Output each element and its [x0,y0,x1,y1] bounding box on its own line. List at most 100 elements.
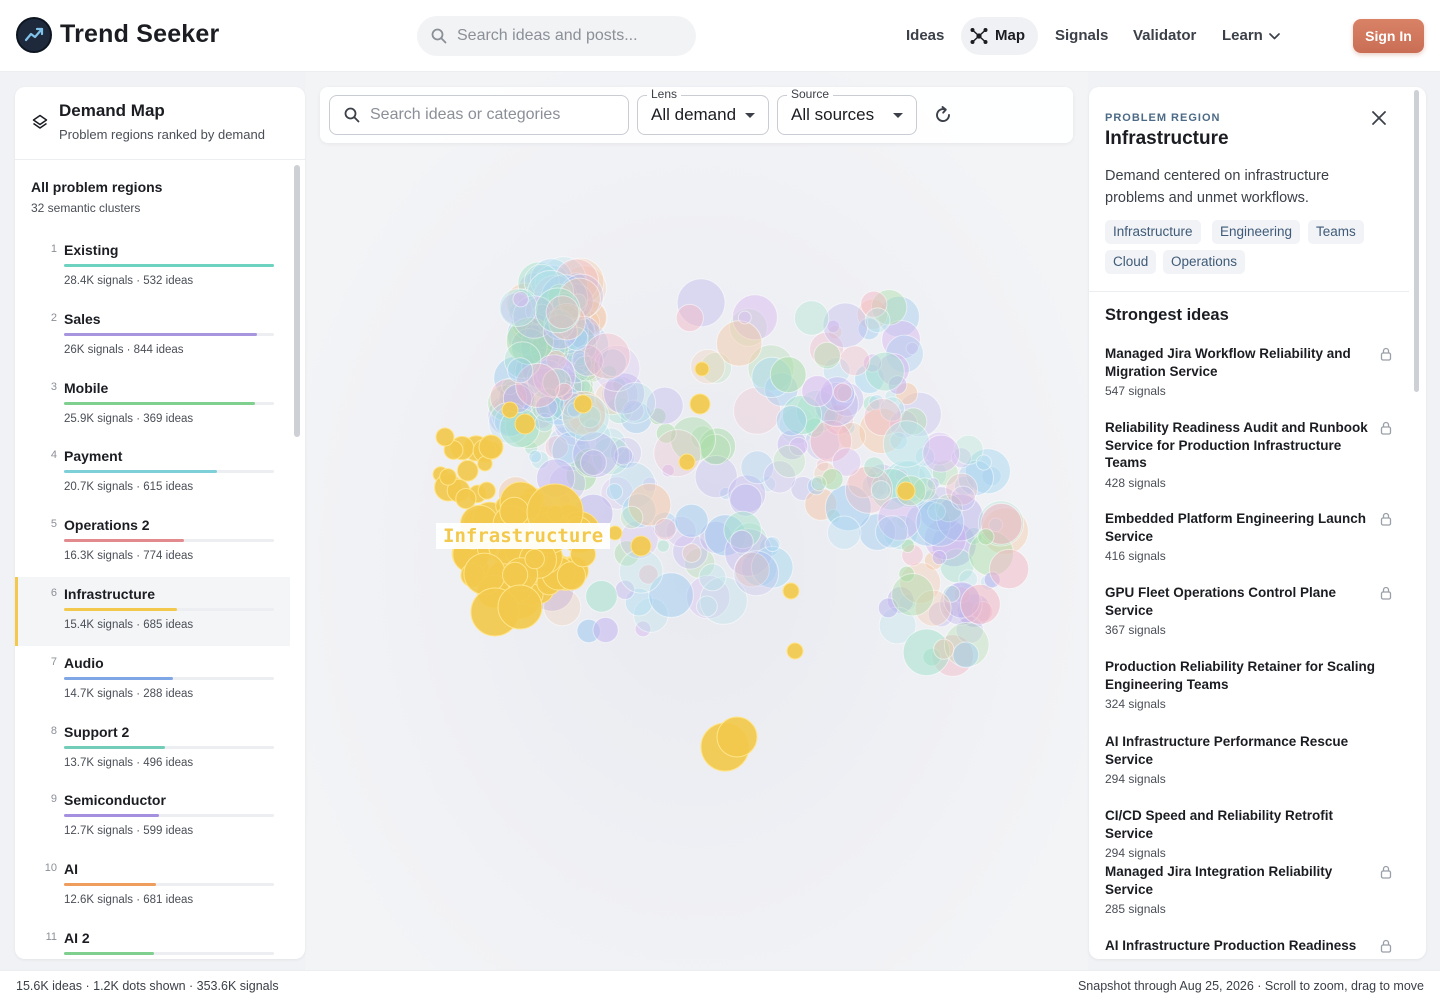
region-item[interactable]: 10 AI 12.6K signals · 681 ideas [15,852,290,921]
highlighted-idea-dot[interactable] [499,496,530,527]
idea-item[interactable]: Production Reliability Retainer for Scal… [1105,658,1395,711]
idea-dot[interactable] [975,454,992,471]
highlighted-idea-dot[interactable] [435,427,455,447]
highlighted-idea-dot[interactable] [501,401,519,419]
all-regions-title[interactable]: All problem regions [31,179,162,195]
global-search[interactable] [417,16,696,56]
highlighted-idea-dot[interactable] [478,434,504,460]
idea-dot[interactable] [977,528,995,546]
tag-teams[interactable]: Teams [1308,220,1364,244]
idea-item[interactable]: GPU Fleet Operations Control Plane Servi… [1105,584,1395,637]
idea-dot[interactable] [733,550,780,597]
highlighted-idea-dot[interactable] [477,481,496,500]
idea-item[interactable]: Managed Jira Integration Reliability Ser… [1105,863,1395,916]
highlighted-idea-dot[interactable] [514,413,536,435]
idea-dot[interactable] [585,580,618,613]
idea-dot[interactable] [822,302,869,349]
highlighted-idea-dot[interactable] [439,468,457,486]
idea-dot[interactable] [931,549,947,566]
region-item[interactable]: 3 Mobile 25.9K signals · 369 ideas [15,371,290,440]
idea-dot[interactable] [592,616,619,644]
idea-dot[interactable] [656,539,670,553]
region-item[interactable]: 5 Operations 2 16.3K signals · 774 ideas [15,508,290,577]
idea-dot[interactable] [775,405,807,437]
idea-dot[interactable] [810,475,827,492]
region-item[interactable]: 8 Support 2 13.7K signals · 496 ideas [15,715,290,784]
idea-item[interactable]: AI Infrastructure Production Readiness [1105,937,1395,959]
highlighted-idea-dot[interactable] [524,548,545,570]
idea-dot[interactable] [839,345,871,377]
idea-dot[interactable] [933,638,955,660]
bubble-cluster-map[interactable] [305,72,1088,970]
idea-dot[interactable] [865,351,905,392]
highlighted-idea-dot[interactable] [497,584,543,630]
highlighted-idea-dot[interactable] [782,582,800,600]
idea-dot[interactable] [833,382,853,403]
idea-dot[interactable] [989,548,1030,590]
nav-validator[interactable]: Validator [1133,17,1196,55]
idea-dot[interactable] [675,303,704,333]
idea-dot[interactable] [545,295,580,330]
global-search-input[interactable] [457,27,677,45]
highlighted-idea-dot[interactable] [689,393,711,415]
idea-item[interactable]: CI/CD Speed and Reliability Retrofit Ser… [1105,807,1395,860]
idea-dot[interactable] [882,420,931,468]
sign-in-button[interactable]: Sign In [1353,19,1424,53]
idea-dot[interactable] [922,434,961,473]
lens-select[interactable]: Lens All demand [637,87,769,135]
idea-dot[interactable] [583,332,631,380]
idea-dot[interactable] [737,310,752,325]
trend-chart-icon[interactable] [16,17,52,53]
idea-dot[interactable] [864,307,891,334]
idea-dot[interactable] [729,529,754,554]
idea-dot[interactable] [875,515,909,549]
idea-dot[interactable] [605,483,624,501]
idea-dot[interactable] [512,291,529,308]
idea-dot[interactable] [827,515,862,550]
region-item[interactable]: 6 Infrastructure 15.4K signals · 685 ideas [15,577,290,646]
idea-dot[interactable] [801,375,834,408]
region-item[interactable]: 2 Sales 26K signals · 844 ideas [15,302,290,371]
region-item[interactable]: 4 Payment 20.7K signals · 615 ideas [15,439,290,508]
region-item[interactable]: 11 AI 2 [15,921,290,959]
map-search-input[interactable] [370,106,620,124]
idea-dot[interactable] [870,480,892,501]
detail-scrollbar[interactable] [1414,90,1419,392]
nav-ideas[interactable]: Ideas [906,17,944,55]
idea-dot[interactable] [580,449,607,477]
idea-dot[interactable] [793,300,830,336]
nav-signals[interactable]: Signals [1055,17,1108,55]
idea-dot[interactable] [696,595,718,618]
idea-dot[interactable] [813,341,842,370]
sidebar-scrollbar[interactable] [294,165,300,437]
idea-dot[interactable] [960,583,1001,625]
nav-map[interactable]: Map [961,17,1038,55]
nav-learn[interactable]: Learn [1222,17,1280,55]
idea-dot[interactable] [507,357,534,384]
idea-dot[interactable] [620,505,644,530]
idea-dot[interactable] [528,449,542,464]
highlighted-idea-dot[interactable] [786,642,804,660]
refresh-icon[interactable] [932,104,954,126]
idea-dot[interactable] [764,536,781,553]
highlighted-idea-dot[interactable] [455,488,477,510]
idea-item[interactable]: AI Infrastructure Performance Rescue Ser… [1105,733,1395,786]
highlighted-idea-dot[interactable] [694,361,710,377]
idea-dot[interactable] [891,573,935,617]
idea-item[interactable]: Embedded Platform Engineering Launch Ser… [1105,510,1395,563]
idea-item[interactable]: Managed Jira Workflow Reliability and Mi… [1105,345,1395,398]
idea-dot[interactable] [674,503,709,538]
idea-item[interactable]: Reliability Readiness Audit and Runbook … [1105,419,1395,490]
idea-dot[interactable] [952,641,980,669]
region-item[interactable]: 7 Audio 14.7K signals · 288 ideas [15,646,290,715]
highlighted-idea-dot[interactable] [630,535,652,557]
source-select[interactable]: Source All sources [777,87,917,135]
brand-name[interactable]: Trend Seeker [60,20,219,49]
idea-dot[interactable] [653,429,702,478]
idea-dot[interactable] [653,517,677,541]
highlighted-idea-dot[interactable] [896,481,916,501]
close-icon[interactable] [1370,109,1388,127]
tag-infrastructure[interactable]: Infrastructure [1105,220,1201,244]
map-search[interactable] [329,95,629,135]
idea-dot[interactable] [614,382,657,424]
